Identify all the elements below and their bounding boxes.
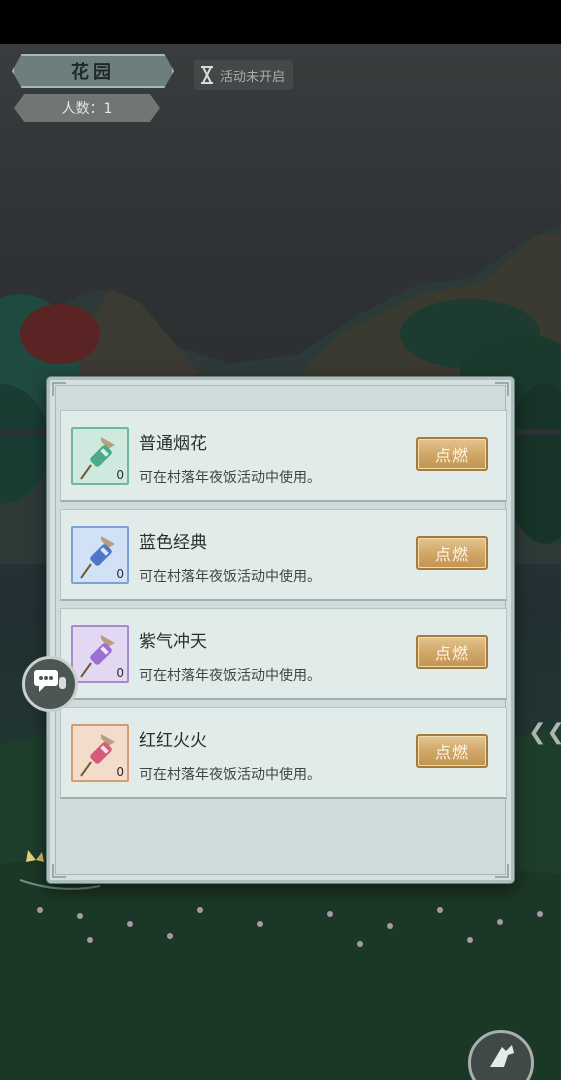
action-icon: [484, 1041, 518, 1073]
double-chevron-left-icon[interactable]: ❮❮: [528, 712, 561, 752]
firework-item: 0 蓝色经典 可在村落年夜饭活动中使用。 点燃: [60, 509, 507, 601]
chat-button[interactable]: [22, 656, 78, 712]
butterfly-icon: [26, 850, 44, 862]
firework-icon-slot[interactable]: 0: [71, 724, 129, 782]
item-name: 紫气冲天: [139, 632, 207, 652]
firework-item: 0 红红火火 可在村落年夜饭活动中使用。 点燃: [60, 707, 507, 799]
item-count: 0: [116, 666, 124, 680]
item-description: 可在村落年夜饭活动中使用。: [139, 569, 321, 585]
ignite-button[interactable]: 点燃: [416, 536, 488, 570]
firework-item: 0 普通烟花 可在村落年夜饭活动中使用。 点燃: [60, 410, 507, 502]
area-title: 花园: [71, 62, 115, 83]
item-count: 0: [116, 468, 124, 482]
panel-corner-ornament: [495, 864, 509, 878]
ignite-button[interactable]: 点燃: [416, 635, 488, 669]
event-status-badge[interactable]: 活动未开启: [194, 60, 294, 90]
hourglass-icon: [198, 64, 216, 86]
item-description: 可在村落年夜饭活动中使用。: [139, 767, 321, 783]
top-black-bar: [0, 0, 561, 44]
area-name-banner: 花园: [12, 54, 174, 88]
item-description: 可在村落年夜饭活动中使用。: [139, 668, 321, 684]
firework-icon-slot[interactable]: 0: [71, 427, 129, 485]
item-name: 蓝色经典: [139, 533, 207, 553]
firework-icon-slot[interactable]: 0: [71, 526, 129, 584]
chat-bubble-icon: [32, 667, 68, 701]
item-description: 可在村落年夜饭活动中使用。: [139, 470, 321, 486]
fireworks-panel: 0 普通烟花 可在村落年夜饭活动中使用。 点燃 0 蓝色经典 可在村落年夜饭活动…: [47, 377, 514, 883]
firework-icon-slot[interactable]: 0: [71, 625, 129, 683]
firework-item: 0 紫气冲天 可在村落年夜饭活动中使用。 点燃: [60, 608, 507, 700]
item-count: 0: [116, 567, 124, 581]
item-count: 0: [116, 765, 124, 779]
event-status-text: 活动未开启: [220, 69, 286, 85]
ignite-button[interactable]: 点燃: [416, 437, 488, 471]
panel-corner-ornament: [52, 382, 66, 396]
ignite-button[interactable]: 点燃: [416, 734, 488, 768]
item-name: 普通烟花: [139, 434, 207, 454]
player-count: 人数：1: [14, 94, 160, 122]
item-name: 红红火火: [139, 731, 207, 751]
panel-corner-ornament: [52, 864, 66, 878]
panel-corner-ornament: [495, 382, 509, 396]
firework-list: 0 普通烟花 可在村落年夜饭活动中使用。 点燃 0 蓝色经典 可在村落年夜饭活动…: [60, 410, 507, 806]
